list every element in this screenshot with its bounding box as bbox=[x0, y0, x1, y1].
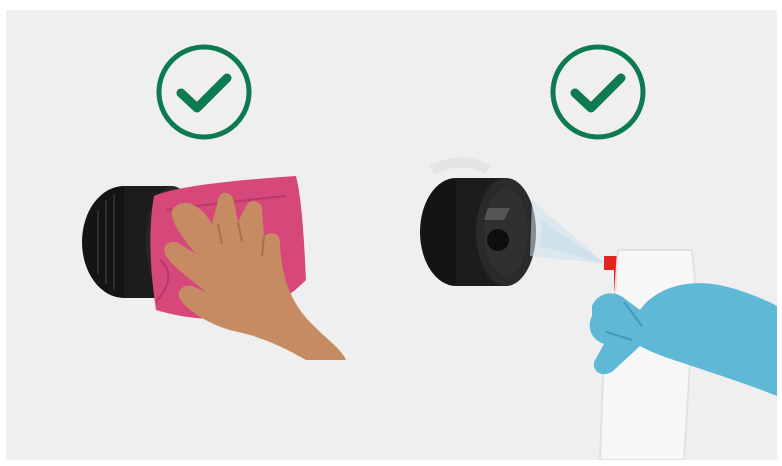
spray-mist bbox=[530, 200, 606, 264]
wipe-scene bbox=[82, 176, 346, 360]
panel-spray-cleaner bbox=[392, 10, 777, 460]
panel-wipe-cloth bbox=[6, 10, 392, 460]
hand bbox=[164, 192, 346, 360]
device-puck bbox=[420, 178, 536, 286]
spray-scene bbox=[420, 157, 777, 460]
image-frame bbox=[6, 10, 777, 460]
